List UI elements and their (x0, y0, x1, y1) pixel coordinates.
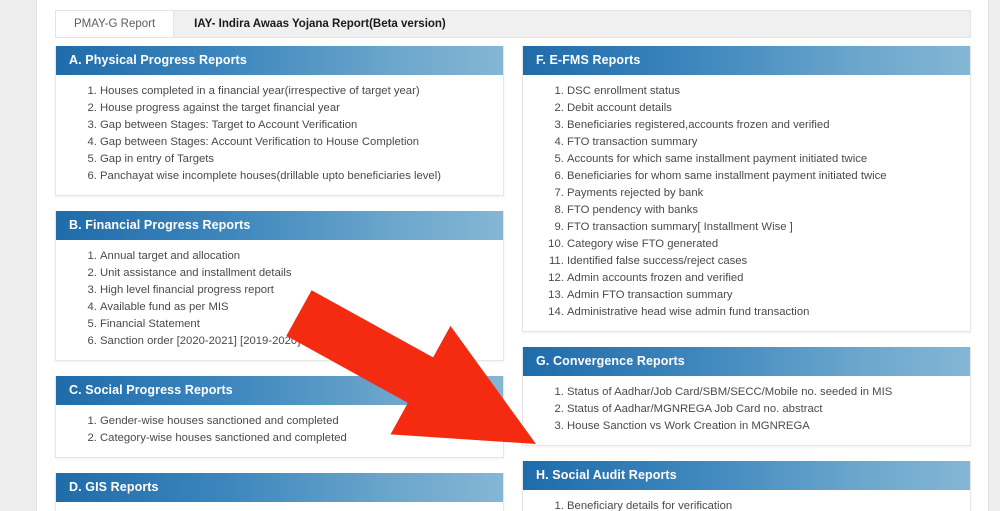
card-body: Annual target and allocation Unit assist… (56, 240, 503, 360)
list-item[interactable]: Beneficiaries for whom same installment … (567, 168, 960, 185)
card-body: Scheme wise and inspection level wise st… (56, 502, 503, 511)
list-item[interactable]: Financial Statement (100, 316, 493, 333)
card-header: C. Social Progress Reports (56, 376, 503, 405)
list-item[interactable]: Admin accounts frozen and verified (567, 270, 960, 287)
list-item[interactable]: Annual target and allocation (100, 248, 493, 265)
report-card-gis-reports: D. GIS Reports Scheme wise and inspectio… (55, 473, 504, 511)
report-card-physical-progress-reports: A. Physical Progress Reports Houses comp… (55, 46, 504, 196)
list-item[interactable]: Payments rejected by bank (567, 185, 960, 202)
card-header: D. GIS Reports (56, 473, 503, 502)
list-item[interactable]: Available fund as per MIS (100, 299, 493, 316)
list-item[interactable]: Gap between Stages: Account Verification… (100, 134, 493, 151)
card-body: Houses completed in a financial year(irr… (56, 75, 503, 195)
list-item[interactable]: Gap between Stages: Target to Account Ve… (100, 117, 493, 134)
report-card-social-progress-reports: C. Social Progress Reports Gender-wise h… (55, 376, 504, 458)
list-item[interactable]: FTO pendency with banks (567, 202, 960, 219)
list-item[interactable]: Accounts for which same installment paym… (567, 151, 960, 168)
tab-label: PMAY-G Report (74, 18, 156, 30)
left-column: A. Physical Progress Reports Houses comp… (55, 46, 504, 511)
report-card-convergence-reports: G. Convergence Reports Status of Aadhar/… (522, 347, 971, 446)
card-body: Gender-wise houses sanctioned and comple… (56, 405, 503, 457)
report-card-e-fms-reports: F. E-FMS Reports DSC enrollment status D… (522, 46, 971, 332)
list-item[interactable]: FTO transaction summary[ Installment Wis… (567, 219, 960, 236)
report-list: Gender-wise houses sanctioned and comple… (66, 413, 493, 447)
list-item[interactable]: Beneficiary details for verification (567, 498, 960, 511)
list-item[interactable]: Administrative head wise admin fund tran… (567, 304, 960, 321)
card-header: A. Physical Progress Reports (56, 46, 503, 75)
card-body: Beneficiary details for verification (523, 490, 970, 511)
card-body: DSC enrollment status Debit account deta… (523, 75, 970, 331)
list-item[interactable]: House Sanction vs Work Creation in MGNRE… (567, 418, 960, 435)
list-item[interactable]: Sanction order [2020-2021] [2019-2020] (100, 333, 493, 350)
report-card-social-audit-reports: H. Social Audit Reports Beneficiary deta… (522, 461, 971, 511)
list-item[interactable]: Status of Aadhar/MGNREGA Job Card no. ab… (567, 401, 960, 418)
list-item[interactable]: Panchayat wise incomplete houses(drillab… (100, 168, 493, 185)
list-item[interactable]: Category wise FTO generated (567, 236, 960, 253)
card-header: G. Convergence Reports (523, 347, 970, 376)
list-item[interactable]: Identified false success/reject cases (567, 253, 960, 270)
list-item[interactable]: Houses completed in a financial year(irr… (100, 83, 493, 100)
list-item[interactable]: Admin FTO transaction summary (567, 287, 960, 304)
tab-pmay-g-report[interactable]: PMAY-G Report (56, 11, 175, 37)
report-list: Beneficiary details for verification (533, 498, 960, 511)
card-body: Status of Aadhar/Job Card/SBM/SECC/Mobil… (523, 376, 970, 445)
card-header: H. Social Audit Reports (523, 461, 970, 490)
list-item[interactable]: Debit account details (567, 100, 960, 117)
list-item[interactable]: Beneficiaries registered,accounts frozen… (567, 117, 960, 134)
list-item[interactable]: House progress against the target financ… (100, 100, 493, 117)
tab-iay-report[interactable]: IAY- Indira Awaas Yojana Report(Beta ver… (174, 11, 464, 37)
list-item[interactable]: DSC enrollment status (567, 83, 960, 100)
report-list: Annual target and allocation Unit assist… (66, 248, 493, 350)
report-list: DSC enrollment status Debit account deta… (533, 83, 960, 321)
report-list: Houses completed in a financial year(irr… (66, 83, 493, 185)
tab-label: IAY- Indira Awaas Yojana Report(Beta ver… (194, 18, 446, 30)
report-card-financial-progress-reports: B. Financial Progress Reports Annual tar… (55, 211, 504, 361)
list-item[interactable]: Category-wise houses sanctioned and comp… (100, 430, 493, 447)
right-column: F. E-FMS Reports DSC enrollment status D… (522, 46, 971, 511)
card-header: F. E-FMS Reports (523, 46, 970, 75)
report-list: Status of Aadhar/Job Card/SBM/SECC/Mobil… (533, 384, 960, 435)
list-item[interactable]: Gap in entry of Targets (100, 151, 493, 168)
list-item[interactable]: Status of Aadhar/Job Card/SBM/SECC/Mobil… (567, 384, 960, 401)
list-item[interactable]: High level financial progress report (100, 282, 493, 299)
card-header: B. Financial Progress Reports (56, 211, 503, 240)
list-item[interactable]: Gender-wise houses sanctioned and comple… (100, 413, 493, 430)
page-root: PMAY-G Report IAY- Indira Awaas Yojana R… (0, 0, 1000, 511)
report-tab-bar: PMAY-G Report IAY- Indira Awaas Yojana R… (55, 10, 971, 38)
content-panel: PMAY-G Report IAY- Indira Awaas Yojana R… (37, 0, 988, 511)
list-item[interactable]: FTO transaction summary (567, 134, 960, 151)
list-item[interactable]: Unit assistance and installment details (100, 265, 493, 282)
reports-columns: A. Physical Progress Reports Houses comp… (55, 46, 971, 511)
